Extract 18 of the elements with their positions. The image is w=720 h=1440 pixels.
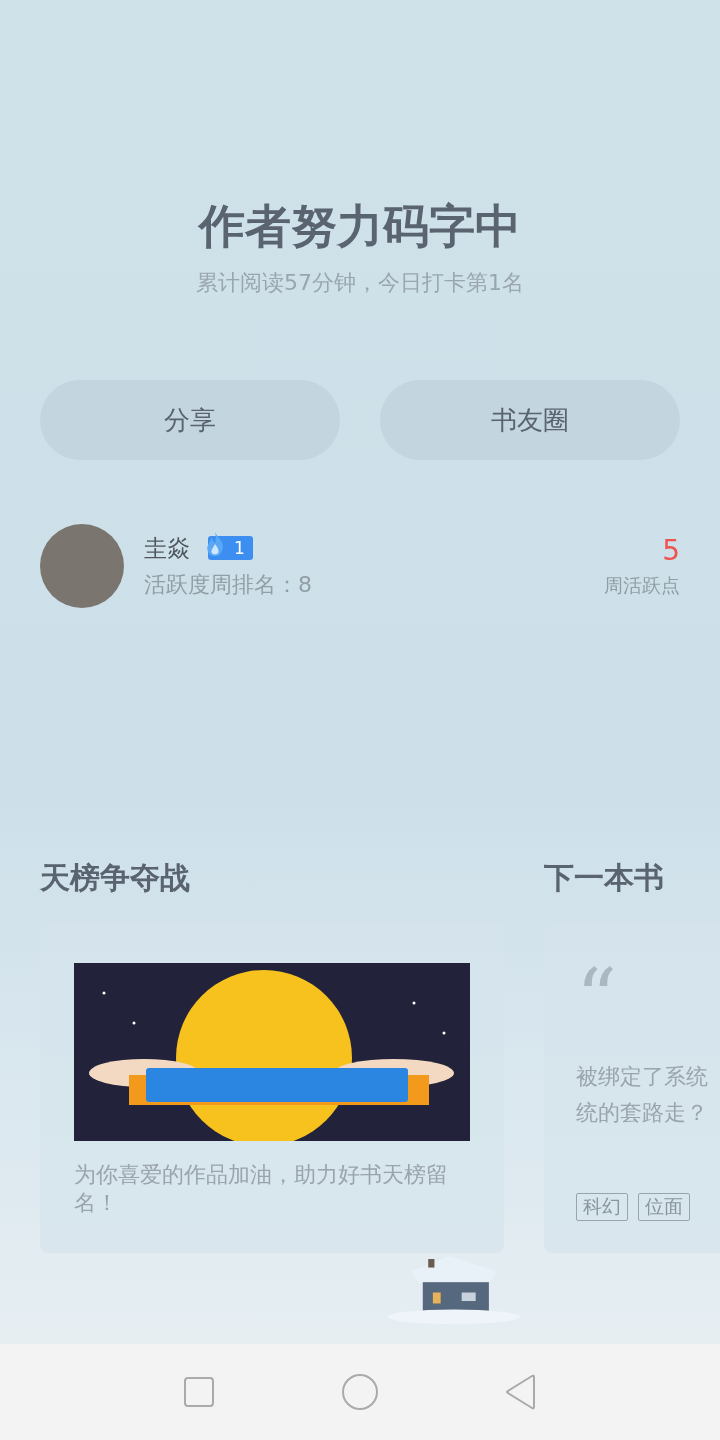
section-title: 下一本书 [544,859,665,897]
genre-tag[interactable]: 科幻 [576,1193,628,1221]
home-icon[interactable] [341,1373,379,1411]
community-button[interactable]: 书友圈 [380,380,680,460]
section-title: 天榜争夺战 [40,859,191,897]
book-blurb-line: 被绑定了系统 [576,1063,709,1091]
weekly-rank: 活跃度周排名：8 [144,570,313,599]
activity-points: 5 [662,533,680,567]
genre-tag[interactable]: 位面 [638,1193,690,1221]
card-description: 为你喜爱的作品加油，助力好书天榜留名！ [74,1161,449,1217]
recents-icon[interactable] [183,1376,215,1408]
user-name: 圭焱 [144,533,190,563]
book-blurb-line: 统的套路走？ [576,1099,709,1127]
activity-points-label: 周活跃点 [604,572,680,598]
page-title: 作者努力码字中 [199,198,521,255]
back-icon[interactable] [505,1374,537,1410]
share-button[interactable]: 分享 [40,380,340,460]
reading-summary: 累计阅读57分钟，今日打卡第1名 [196,269,524,297]
